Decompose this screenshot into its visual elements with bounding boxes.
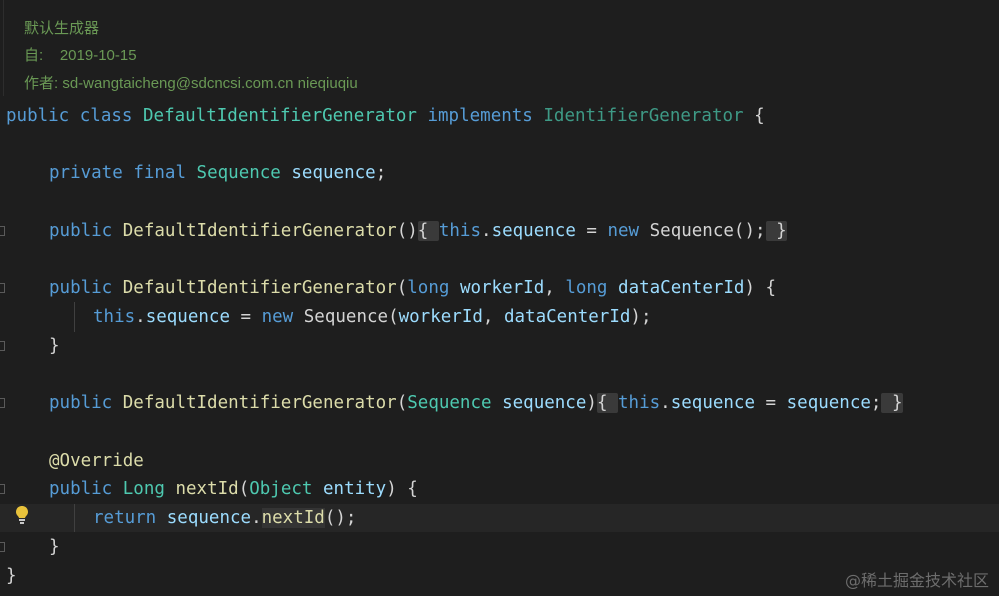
folded-region-close[interactable]: }	[881, 393, 903, 413]
code-line-return: return sequence.nextId();	[93, 508, 357, 528]
fold-marker[interactable]	[0, 226, 5, 236]
folded-region-open[interactable]: {	[417, 221, 439, 241]
code-line-annotation: @Override	[49, 451, 144, 471]
lightbulb-icon[interactable]	[14, 505, 30, 525]
indent-guide	[74, 302, 75, 332]
code-line-assign: this.sequence = new Sequence(workerId, d…	[93, 307, 652, 327]
indent-guide	[74, 504, 75, 532]
code-line-class-close: }	[6, 566, 17, 586]
folded-region-open[interactable]: {	[596, 393, 619, 413]
code-editor[interactable]: public class DefaultIdentifierGenerator …	[0, 0, 999, 596]
fold-marker[interactable]	[0, 398, 5, 408]
code-line-method: public Long nextId(Object entity) {	[49, 479, 418, 499]
fold-marker[interactable]	[0, 542, 5, 552]
code-line-1: public class DefaultIdentifierGenerator …	[6, 106, 765, 126]
code-line-brace: }	[49, 336, 60, 356]
code-line-brace: }	[49, 537, 60, 557]
code-line-ctor-two-args: public DefaultIdentifierGenerator(long w…	[49, 278, 777, 298]
fold-marker[interactable]	[0, 341, 5, 351]
fold-marker[interactable]	[0, 283, 5, 293]
watermark-text: @稀土掘金技术社区	[844, 571, 989, 590]
code-line-field: private final Sequence sequence;	[49, 163, 387, 183]
folded-region-close[interactable]: }	[765, 221, 787, 241]
code-line-ctor-default: public DefaultIdentifierGenerator(){ thi…	[49, 221, 787, 241]
code-line-ctor-seq: public DefaultIdentifierGenerator(Sequen…	[49, 393, 903, 413]
fold-marker[interactable]	[0, 484, 5, 494]
